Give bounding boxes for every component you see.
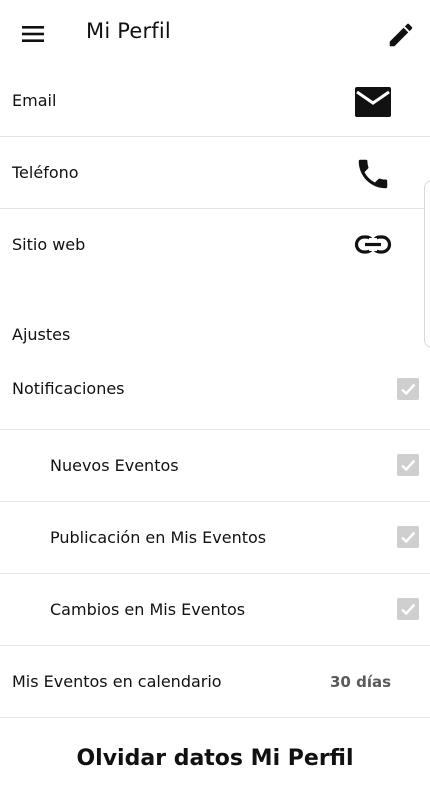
notifications-checkbox[interactable]	[397, 378, 419, 400]
notifications-label: Notificaciones	[12, 379, 125, 398]
edit-button[interactable]	[386, 20, 416, 50]
scroll-indicator[interactable]	[424, 180, 430, 348]
option-row-new-events[interactable]: Nuevos Eventos	[0, 430, 430, 501]
option-label-changes: Cambios en Mis Eventos	[50, 600, 246, 619]
contact-label-phone: Teléfono	[12, 163, 79, 182]
contact-row-website[interactable]: Sitio web	[0, 209, 430, 281]
settings-section-title: Ajustes	[12, 325, 71, 344]
phone-icon	[358, 159, 388, 189]
new-events-checkbox[interactable]	[397, 454, 419, 476]
menu-button[interactable]	[18, 20, 50, 48]
check-icon	[401, 383, 416, 396]
calendar-row[interactable]: Mis Eventos en calendario 30 días	[0, 646, 430, 717]
option-label-publication: Publicación en Mis Eventos	[50, 528, 267, 547]
calendar-days-value[interactable]: 30 días	[330, 673, 391, 691]
contact-label-email: Email	[12, 91, 57, 110]
calendar-label: Mis Eventos en calendario	[12, 672, 222, 691]
changes-checkbox[interactable]	[397, 598, 419, 620]
pencil-icon	[389, 23, 413, 47]
menu-icon	[22, 26, 44, 42]
link-icon	[354, 235, 392, 254]
check-icon	[401, 531, 416, 544]
option-label-new-events: Nuevos Eventos	[50, 456, 179, 475]
contact-row-email[interactable]: Email	[0, 68, 430, 136]
page-title: Mi Perfil	[86, 19, 171, 43]
check-icon	[401, 603, 416, 616]
notifications-row[interactable]: Notificaciones	[0, 358, 430, 429]
check-icon	[401, 459, 416, 472]
divider	[0, 717, 430, 718]
publication-checkbox[interactable]	[397, 526, 419, 548]
contact-label-website: Sitio web	[12, 235, 86, 254]
forget-profile-button[interactable]: Olvidar datos Mi Perfil	[0, 730, 430, 788]
option-row-publication[interactable]: Publicación en Mis Eventos	[0, 502, 430, 573]
option-row-changes[interactable]: Cambios en Mis Eventos	[0, 574, 430, 645]
app-bar: Mi Perfil	[0, 0, 430, 68]
contact-row-phone[interactable]: Teléfono	[0, 137, 430, 208]
email-icon	[355, 87, 391, 117]
